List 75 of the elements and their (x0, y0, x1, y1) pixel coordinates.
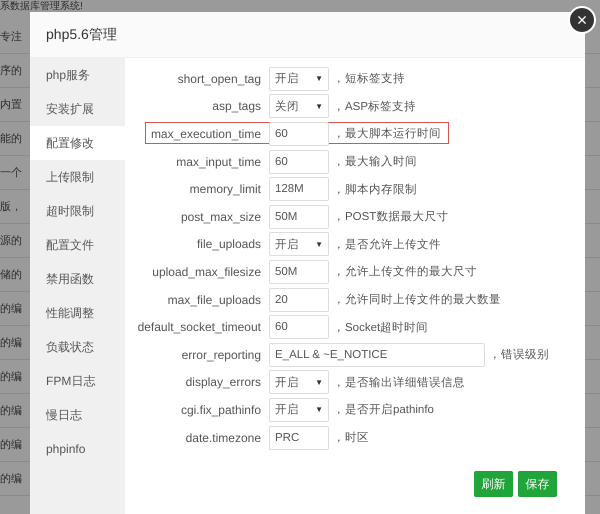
setting-description: ，最大脚本运行时间 (332, 126, 441, 142)
setting-label: short_open_tag (176, 72, 262, 86)
setting-label: max_file_uploads (166, 292, 262, 307)
dropdown-arrow-icon: ▼ (315, 240, 323, 249)
select-field[interactable]: 开启 ▼ (269, 398, 329, 422)
sidebar-item[interactable]: 性能调整 (30, 296, 125, 330)
setting-label: default_socket_timeout (136, 320, 262, 334)
setting-description: ，Socket超时时间 (332, 320, 428, 335)
setting-description: ，允许同时上传文件的最大数量 (332, 292, 501, 308)
select-field[interactable]: 开启 ▼ (269, 232, 329, 256)
setting-label: max_execution_time (150, 126, 262, 141)
setting-label: memory_limit (188, 182, 262, 196)
sidebar-item[interactable]: FPM日志 (30, 364, 125, 398)
page-text: 的编 (0, 404, 22, 418)
setting-description: ，允许上传文件的最大尺寸 (332, 264, 477, 280)
setting-description: ，错误级别 (488, 348, 549, 362)
setting-label: file_uploads (196, 237, 262, 252)
sidebar-item[interactable]: 配置文件 (30, 228, 125, 262)
sidebar-item[interactable]: 禁用函数 (30, 262, 125, 296)
setting-description: ，时区 (332, 430, 369, 446)
select-field[interactable]: 开启 ▼ (269, 66, 329, 91)
input-field[interactable]: 50M (269, 260, 329, 284)
setting-label: cgi.fix_pathinfo (180, 402, 262, 417)
setting-description: ，脚本内存限制 (332, 182, 417, 197)
input-field[interactable]: 20 (269, 288, 329, 312)
page-text: 的编 (0, 472, 22, 486)
close-button[interactable]: × (568, 6, 596, 34)
setting-description: ，是否开启pathinfo (332, 402, 434, 418)
page-text: 序的 (0, 64, 22, 78)
setting-description: ，是否输出详细错误信息 (332, 375, 465, 390)
setting-description: ，ASP标签支持 (332, 100, 416, 114)
sidebar-item[interactable]: phpinfo (30, 432, 125, 466)
page-text: 的编 (0, 370, 22, 384)
input-field[interactable]: 60 (269, 315, 329, 340)
page-text: 的编 (0, 438, 22, 452)
setting-label: max_input_time (175, 154, 262, 169)
page-text: 版， (0, 200, 22, 214)
page-text: 储的 (0, 268, 22, 282)
dropdown-arrow-icon: ▼ (315, 405, 323, 414)
setting-label: asp_tags (211, 99, 262, 114)
setting-description: ，POST数据最大尺寸 (332, 210, 448, 224)
setting-label: display_errors (184, 375, 262, 390)
setting-label: error_reporting (180, 348, 262, 362)
input-field[interactable]: E_ALL & ~E_NOTICE (269, 342, 485, 367)
input-field[interactable]: 128M (269, 177, 329, 202)
page-text: 的编 (0, 336, 22, 350)
setting-description: ，短标签支持 (332, 72, 405, 86)
sidebar-item[interactable]: 配置修改 (30, 126, 125, 160)
select-field[interactable]: 关闭 ▼ (269, 94, 329, 118)
page-text: 一个 (0, 166, 22, 180)
setting-label: upload_max_filesize (151, 264, 262, 279)
page-text: 专注 (0, 30, 22, 44)
dropdown-arrow-icon: ▼ (315, 378, 323, 387)
setting-label: post_max_size (180, 210, 262, 224)
setting-description: ，最大输入时间 (332, 154, 417, 170)
setting-label: date.timezone (184, 430, 262, 445)
sidebar-item[interactable]: 上传限制 (30, 160, 125, 194)
setting-description: ，是否允许上传文件 (332, 238, 441, 252)
page-text: 的编 (0, 302, 22, 316)
input-field[interactable]: 60 (269, 122, 329, 146)
dropdown-arrow-icon: ▼ (315, 74, 323, 84)
sidebar-item[interactable]: 负载状态 (30, 330, 125, 364)
input-field[interactable]: PRC (269, 426, 329, 450)
dropdown-arrow-icon: ▼ (315, 102, 323, 111)
sidebar-item[interactable]: 超时限制 (30, 194, 125, 228)
page-text: 系数据库管理系统! (0, 0, 83, 13)
select-field[interactable]: 开启 ▼ (269, 370, 329, 394)
page-text: 能的 (0, 132, 22, 146)
sidebar-item[interactable]: 慢日志 (30, 398, 125, 432)
page-text: 内置 (0, 98, 22, 112)
input-field[interactable]: 60 (269, 150, 329, 174)
page-text: 源的 (0, 234, 22, 248)
sidebar-item[interactable]: 安装扩展 (30, 92, 125, 126)
sidebar-item[interactable]: php服务 (30, 58, 125, 92)
input-field[interactable]: 50M (269, 204, 329, 229)
